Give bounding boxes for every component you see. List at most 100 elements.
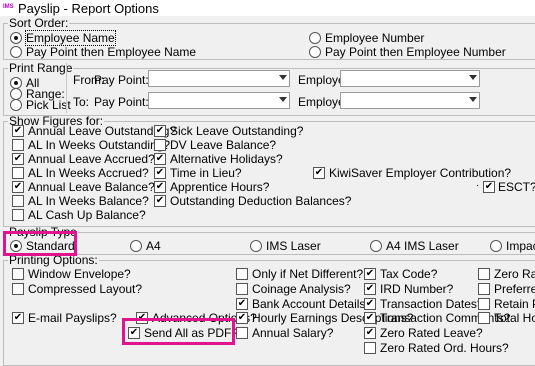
preferred-name-checkbox[interactable]: Preferred N bbox=[478, 282, 535, 296]
checkbox-label: Coinage Analysis? bbox=[252, 282, 351, 296]
radio-label: A4 IMS Laser bbox=[386, 239, 459, 253]
checkbox-box bbox=[364, 312, 376, 324]
coinage-analysis-checkbox[interactable]: Coinage Analysis? bbox=[236, 282, 351, 296]
sort-employee-number-radio[interactable]: Employee Number bbox=[309, 31, 424, 45]
checkbox-box bbox=[236, 327, 248, 339]
to-pay-point-dropdown[interactable] bbox=[148, 92, 290, 109]
compressed-layout-checkbox[interactable]: Compressed Layout? bbox=[12, 282, 142, 296]
radio-indicator bbox=[309, 32, 321, 44]
al-cash-up-balance-checkbox[interactable]: AL Cash Up Balance? bbox=[12, 208, 146, 222]
print-range-legend: Print Range bbox=[9, 61, 73, 75]
checkbox-box bbox=[12, 167, 24, 179]
divider bbox=[66, 63, 67, 113]
window-title: Payslip - Report Options bbox=[18, 1, 159, 16]
radio-indicator bbox=[10, 99, 22, 111]
total-hours-checkbox[interactable]: Total Hours bbox=[478, 311, 535, 325]
radio-indicator bbox=[10, 32, 22, 44]
checkbox-box bbox=[313, 167, 325, 179]
zero-rated-ord-hours-checkbox[interactable]: Zero Rated Ord. Hours? bbox=[364, 341, 509, 355]
payslip-type-a4-radio[interactable]: A4 bbox=[130, 239, 161, 253]
alternative-holidays-checkbox[interactable]: Alternative Holidays? bbox=[154, 152, 283, 166]
radio-label: Employee Number bbox=[325, 31, 425, 45]
radio-label: A4 bbox=[146, 239, 161, 253]
from-employee-dropdown[interactable] bbox=[340, 70, 480, 87]
retain-print-checkbox[interactable]: Retain Print bbox=[478, 297, 535, 311]
payslip-type-impact-radio[interactable]: Impact bbox=[490, 239, 535, 253]
checkbox-label: Bank Account Details? bbox=[252, 297, 373, 311]
only-if-net-different-checkbox[interactable]: Only if Net Different? bbox=[236, 267, 363, 281]
app-icon: IMS bbox=[3, 4, 14, 10]
checkbox-box bbox=[154, 181, 166, 193]
checkbox-label: DV Leave Balance? bbox=[170, 138, 277, 152]
annual-leave-outstanding-checkbox[interactable]: Annual Leave Outstanding? bbox=[12, 124, 176, 138]
al-weeks-outstanding-checkbox[interactable]: AL In Weeks Outstanding? bbox=[12, 138, 170, 152]
checkbox-label: Compressed Layout? bbox=[28, 282, 143, 296]
checkbox-label: Preferred N bbox=[494, 282, 535, 296]
checkbox-label: Sick Leave Outstanding? bbox=[170, 124, 304, 138]
to-label: To: bbox=[73, 95, 90, 109]
chevron-down-icon bbox=[279, 75, 287, 80]
checkbox-box bbox=[154, 139, 166, 151]
sick-leave-outstanding-checkbox[interactable]: Sick Leave Outstanding? bbox=[154, 124, 303, 138]
outstanding-deduction-balances-checkbox[interactable]: Outstanding Deduction Balances? bbox=[154, 194, 351, 208]
checkbox-box bbox=[236, 268, 248, 280]
sort-paypoint-employee-name-radio[interactable]: Pay Point then Employee Name bbox=[10, 45, 196, 59]
sort-employee-name-radio[interactable]: Employee Name bbox=[10, 30, 116, 46]
range-pick-list-radio[interactable]: Pick List bbox=[10, 98, 71, 112]
transaction-dates-checkbox[interactable]: Transaction Dates? bbox=[364, 297, 484, 311]
checkbox-label: Zero Rated Leave? bbox=[380, 326, 483, 340]
checkbox-box bbox=[12, 268, 24, 280]
ird-number-checkbox[interactable]: IRD Number? bbox=[364, 282, 453, 296]
annual-leave-accrued-checkbox[interactable]: Annual Leave Accrued? bbox=[12, 152, 155, 166]
checkbox-box bbox=[364, 327, 376, 339]
tax-code-checkbox[interactable]: Tax Code? bbox=[364, 267, 437, 281]
checkbox-box bbox=[12, 283, 24, 295]
checkbox-box bbox=[12, 139, 24, 151]
bank-account-details-checkbox[interactable]: Bank Account Details? bbox=[236, 297, 372, 311]
sort-paypoint-employee-number-radio[interactable]: Pay Point then Employee Number bbox=[309, 45, 506, 59]
checkbox-box bbox=[12, 125, 24, 137]
zero-rated-checkbox[interactable]: Zero Rated bbox=[478, 267, 535, 281]
window-envelope-checkbox[interactable]: Window Envelope? bbox=[12, 267, 131, 281]
checkbox-box bbox=[483, 181, 495, 193]
checkbox-box bbox=[236, 312, 248, 324]
apprentice-hours-checkbox[interactable]: Apprentice Hours? bbox=[154, 180, 269, 194]
dot-separator: · bbox=[476, 180, 480, 191]
annual-leave-balance-checkbox[interactable]: Annual Leave Balance? bbox=[12, 180, 155, 194]
esct-checkbox[interactable]: ESCT? bbox=[483, 180, 535, 194]
checkbox-label: Tax Code? bbox=[380, 267, 438, 281]
checkbox-box bbox=[12, 209, 24, 221]
al-weeks-balance-checkbox[interactable]: AL In Weeks Balance? bbox=[12, 194, 149, 208]
annual-salary-checkbox[interactable]: Annual Salary? bbox=[236, 326, 333, 340]
highlight-standard bbox=[3, 231, 77, 256]
zero-rated-leave-checkbox[interactable]: Zero Rated Leave? bbox=[364, 326, 483, 340]
dv-leave-balance-checkbox[interactable]: DV Leave Balance? bbox=[154, 138, 276, 152]
radio-label: Pay Point then Employee Number bbox=[325, 45, 506, 59]
checkbox-label: Zero Rated Ord. Hours? bbox=[380, 341, 509, 355]
kiwisaver-employer-contribution-checkbox[interactable]: KiwiSaver Employer Contribution? bbox=[313, 166, 511, 180]
checkbox-label: AL In Weeks Outstanding? bbox=[28, 138, 171, 152]
al-weeks-accrued-checkbox[interactable]: AL In Weeks Accrued? bbox=[12, 166, 149, 180]
payslip-type-ims-laser-radio[interactable]: IMS Laser bbox=[250, 239, 321, 253]
email-payslips-checkbox[interactable]: E-mail Payslips? bbox=[12, 311, 117, 325]
sort-order-legend: Sort Order: bbox=[9, 16, 69, 30]
time-in-lieu-checkbox[interactable]: Time in Lieu? bbox=[154, 166, 242, 180]
radio-indicator bbox=[370, 240, 382, 252]
radio-indicator bbox=[490, 240, 502, 252]
checkbox-label: Time in Lieu? bbox=[170, 166, 242, 180]
checkbox-label: Annual Leave Balance? bbox=[28, 180, 155, 194]
title-bar: IMS Payslip - Report Options bbox=[0, 0, 535, 16]
checkbox-box bbox=[364, 342, 376, 354]
radio-indicator bbox=[130, 240, 142, 252]
checkbox-box bbox=[478, 268, 490, 280]
checkbox-label: E-mail Payslips? bbox=[28, 311, 117, 325]
checkbox-label: AL In Weeks Balance? bbox=[28, 194, 149, 208]
chevron-down-icon bbox=[469, 75, 477, 80]
checkbox-box bbox=[12, 153, 24, 165]
from-pay-point-dropdown[interactable] bbox=[148, 70, 290, 87]
chevron-down-icon bbox=[279, 97, 287, 102]
to-employee-dropdown[interactable] bbox=[340, 92, 480, 109]
checkbox-label: Only if Net Different? bbox=[252, 267, 364, 281]
checkbox-label: Window Envelope? bbox=[28, 267, 131, 281]
payslip-type-a4-ims-laser-radio[interactable]: A4 IMS Laser bbox=[370, 239, 459, 253]
